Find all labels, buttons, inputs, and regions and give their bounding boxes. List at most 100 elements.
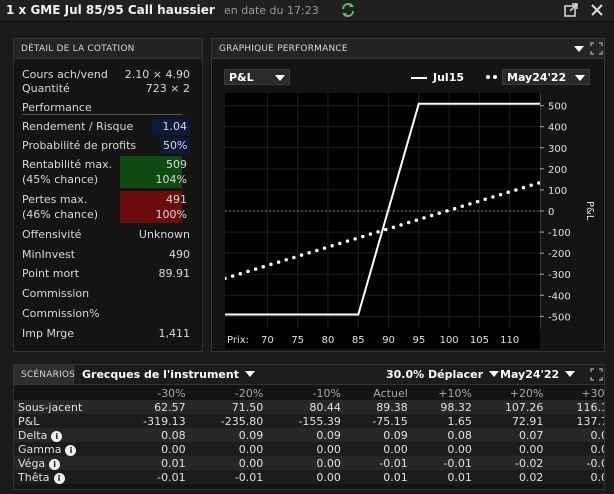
y-tick-label: -400 — [548, 291, 571, 302]
shift-select[interactable]: 30.0% Déplacer — [386, 368, 499, 381]
y-axis: 500 400 300 200 100 0 -100 -200 -300 -400 -500 P&L — [540, 93, 595, 329]
offensivite-label: Offensivité — [22, 228, 82, 241]
row-label-cell: Véga i — [14, 456, 112, 470]
quote-detail-panel: DÉTAIL DE LA COTATION Cours ach/vend 2.1… — [13, 38, 203, 352]
column-header: Actuel — [373, 386, 408, 400]
legend-dotted-swatch — [493, 75, 497, 79]
x-axis-prefix: Prix: — [227, 335, 249, 346]
quote-detail-title: DÉTAIL DE LA COTATION — [21, 44, 135, 54]
scenario-date-select[interactable]: May24'22 — [500, 368, 576, 381]
column-header: -20% — [234, 386, 264, 400]
shift-select-value: 30.0% Déplacer — [386, 368, 484, 381]
table-cell: 89.38 — [344, 400, 412, 414]
table-cell: 116.19 — [547, 400, 604, 414]
table-cell: 0.08 — [112, 428, 190, 442]
quantity-value: 723 × 2 — [145, 82, 190, 95]
row-label-cell: Sous-jacent — [14, 400, 112, 414]
max-return-chance: (45% chance) — [22, 173, 99, 186]
metric-select[interactable]: P&L — [224, 69, 290, 85]
row-label: Véga — [18, 456, 46, 470]
bid-ask-value: 2.10 × 4.90 — [124, 68, 190, 81]
expand-icon[interactable] — [590, 42, 603, 55]
x-axis: Prix: 70 75 80 85 90 95 100 105 110 — [225, 329, 540, 349]
table-cell: 98.32 — [411, 400, 476, 414]
greeks-select[interactable]: Grecques de l'instrument — [82, 368, 255, 381]
y-tick-label: -200 — [548, 249, 571, 260]
column-header: -30% — [157, 386, 186, 400]
table-cell: -155.39 — [267, 414, 345, 428]
window-title: 1 x GME Jul 85/95 Call haussier — [6, 3, 215, 17]
refresh-icon[interactable] — [340, 1, 356, 19]
max-loss-row: Pertes max. 491 — [22, 193, 190, 207]
info-icon[interactable]: i — [65, 444, 77, 456]
table-cell: 0.00 — [189, 442, 268, 456]
table-cell: 0.09 — [189, 428, 268, 442]
x-tick-label: 90 — [382, 335, 395, 346]
series-jul15-line — [225, 102, 540, 316]
expand-icon[interactable] — [590, 368, 603, 381]
table-cell: -0.02 — [547, 456, 604, 470]
panel-menu-icon[interactable] — [574, 46, 584, 52]
breakeven-label: Point mort — [22, 267, 80, 280]
max-loss-label: Pertes max. — [22, 193, 88, 206]
y-tick-label: -100 — [548, 228, 571, 239]
max-return-value: 509 — [166, 158, 187, 171]
reward-risk-row: Rendement / Risque 1.04 — [22, 119, 190, 135]
commission-pct-row: Commission% — [22, 307, 190, 321]
x-tick-label: 95 — [412, 335, 425, 346]
breakeven-value: 89.91 — [158, 267, 191, 280]
imp-mrge-row: Imp Mrge 1,411 — [22, 327, 190, 341]
window-titlebar: 1 x GME Jul 85/95 Call haussier en date … — [0, 0, 614, 22]
info-icon[interactable]: i — [53, 472, 65, 484]
table-cell: 0.01 — [112, 456, 190, 470]
info-icon[interactable]: i — [49, 458, 61, 470]
y-tick-label: 300 — [548, 144, 567, 155]
table-cell: 0.00 — [267, 456, 345, 470]
column-header: -10% — [312, 386, 341, 400]
table-cell: 0.07 — [475, 428, 548, 442]
max-loss-chance: (46% chance) — [22, 208, 99, 221]
table-cell: -235.80 — [189, 414, 268, 428]
close-icon[interactable] — [589, 2, 605, 18]
table-cell: 0.00 — [344, 442, 412, 456]
table-row: Deltai0.080.090.090.090.080.070.07 — [14, 428, 604, 442]
mininvest-row: MinInvest 490 — [22, 248, 190, 262]
info-icon[interactable]: i — [51, 430, 63, 442]
performance-chart[interactable] — [225, 93, 540, 339]
row-label: P&L — [18, 414, 40, 428]
table-header-row: -30% -20% -10% Actuel +10% +20% +30% — [14, 386, 604, 400]
scenarios-header: SCÉNARIOS Grecques de l'instrument 30.0%… — [14, 365, 604, 385]
quote-detail-header: DÉTAIL DE LA COTATION — [14, 39, 202, 59]
breakeven-row: Point mort 89.91 — [22, 267, 190, 281]
scenarios-table: -30%-20%-10%Actuel+10%+20%+30%Sous-jacen… — [14, 386, 604, 484]
table-cell: 0.09 — [267, 428, 345, 442]
table-cell: 0.02 — [475, 470, 548, 484]
popout-icon[interactable] — [563, 2, 579, 18]
imp-mrge-value: 1,411 — [158, 327, 191, 340]
quote-time: en date du 17:23 — [224, 4, 319, 17]
max-loss-value: 491 — [166, 193, 187, 206]
legend-date-select[interactable]: May24'22 — [502, 69, 590, 85]
y-tick-label: 200 — [548, 165, 567, 176]
y-tick-label: 100 — [548, 186, 567, 197]
table-row: P&L -319.13 -235.80 -155.39 -75.15 1.65 72.91 1… — [14, 414, 604, 428]
table-cell: 0.07 — [547, 428, 604, 442]
commission-pct-label: Commission% — [22, 307, 100, 320]
commission-label: Commission — [22, 287, 90, 300]
profit-probability-row: Probabilité de profits 50% — [22, 138, 190, 154]
max-loss-chance-row: (46% chance) 100% — [22, 208, 190, 222]
table-cell: 1.65 — [411, 414, 476, 428]
table-cell: 0.00 — [112, 442, 190, 456]
y-tick-label: 400 — [548, 123, 567, 134]
x-tick-label: 80 — [322, 335, 335, 346]
y-tick-label: -500 — [548, 312, 571, 323]
table-cell: 0.01 — [411, 470, 476, 484]
table-cell: 137.70 — [547, 414, 604, 428]
table-row: Sous-jacent 62.57 71.50 80.44 89.38 98.32 107.… — [14, 400, 604, 414]
metric-select-value: P&L — [229, 71, 254, 84]
performance-section-label: Performance — [22, 101, 182, 115]
x-tick-label: 70 — [261, 335, 274, 346]
max-return-chance-row: (45% chance) 104% — [22, 173, 190, 187]
chevron-down-icon — [565, 371, 576, 377]
chevron-down-icon — [275, 75, 285, 81]
